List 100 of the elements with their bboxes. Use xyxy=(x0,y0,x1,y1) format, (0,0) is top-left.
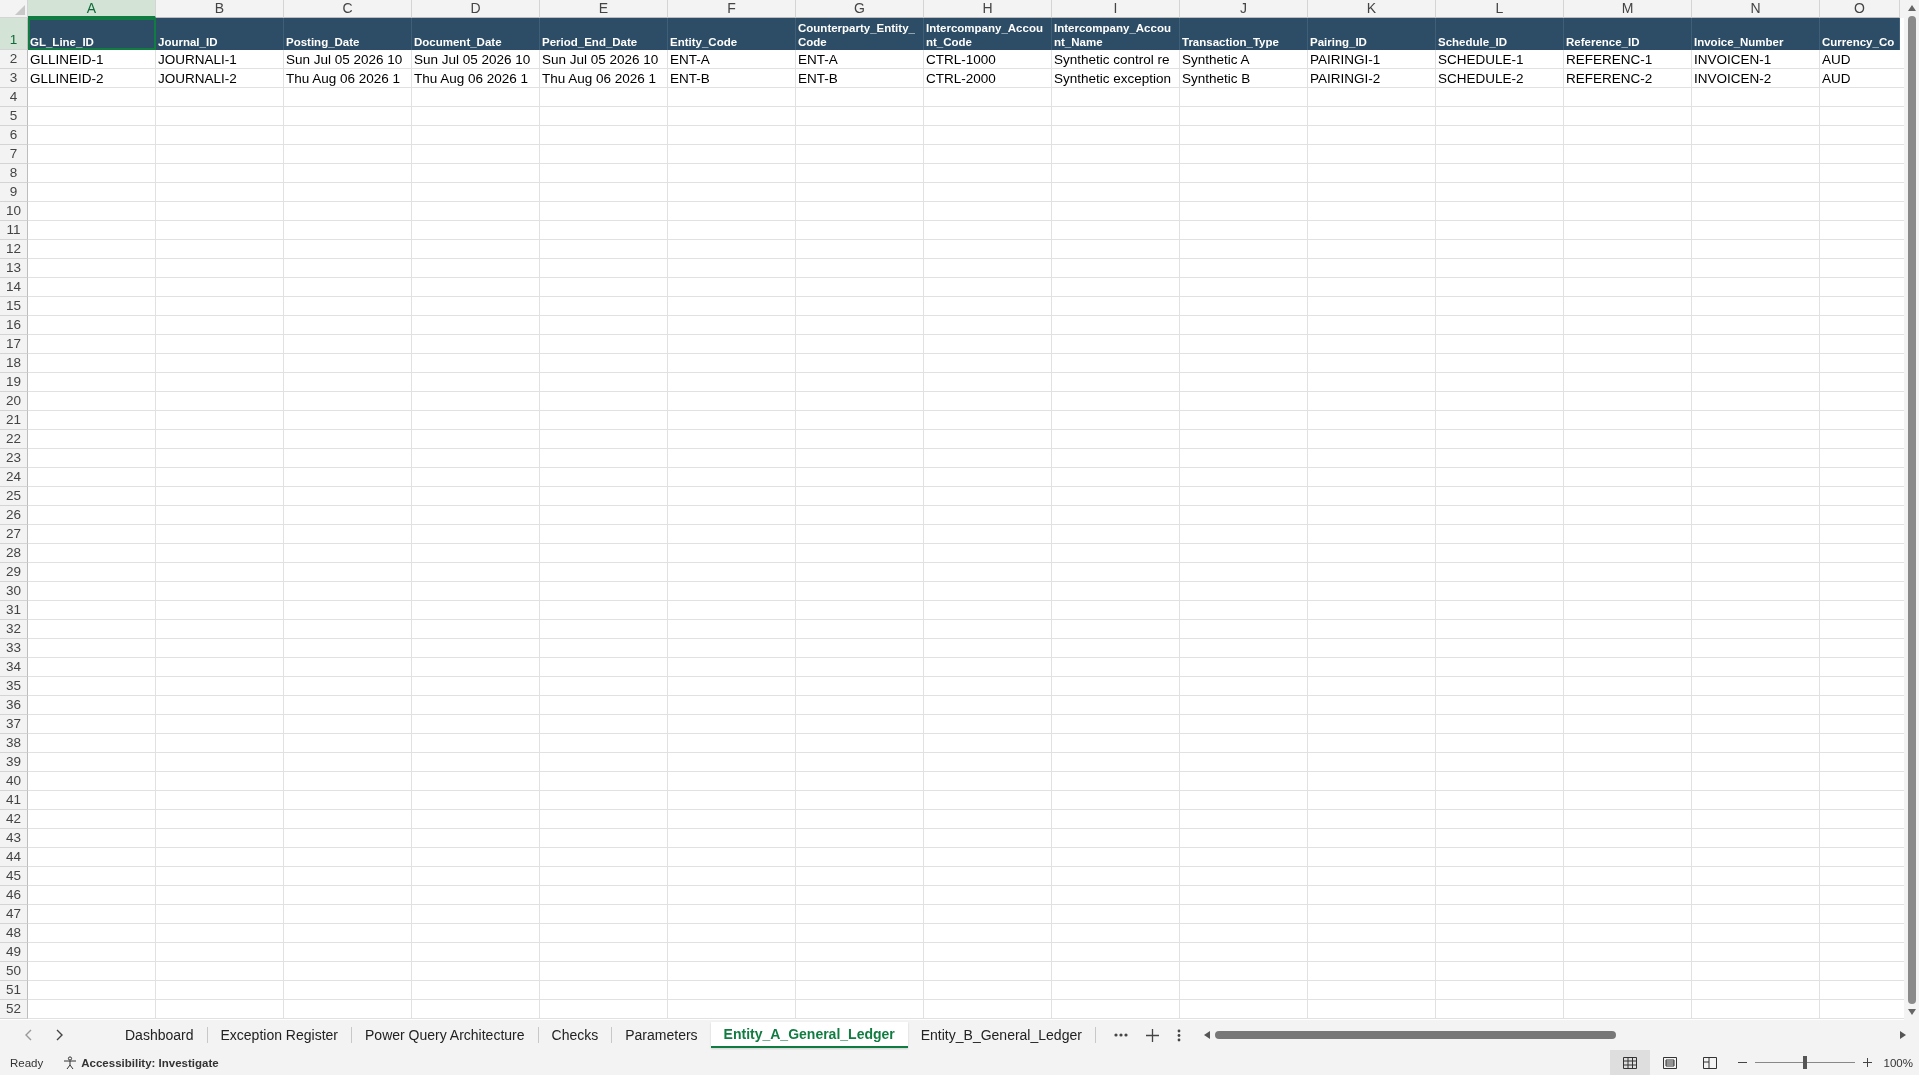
row-number[interactable]: 28 xyxy=(0,544,28,563)
normal-view-button[interactable] xyxy=(1609,1050,1650,1075)
row-number[interactable]: 50 xyxy=(0,962,28,981)
row-number[interactable]: 37 xyxy=(0,715,28,734)
page-break-icon xyxy=(1702,1056,1717,1069)
scroll-left-icon[interactable] xyxy=(1202,1030,1211,1040)
row-number[interactable]: 9 xyxy=(0,183,28,202)
row-number[interactable]: 14 xyxy=(0,278,28,297)
sheet-tab[interactable]: Parameters xyxy=(612,1022,711,1048)
zoom-slider-thumb[interactable] xyxy=(1802,1056,1807,1069)
page-icon xyxy=(1662,1056,1677,1069)
column-header[interactable]: A xyxy=(28,0,156,18)
row-number[interactable]: 5 xyxy=(0,107,28,126)
header-cell: Period_End_Date xyxy=(540,18,668,50)
table-cell: ENT-A xyxy=(670,52,710,67)
table-cell: AUD xyxy=(1822,52,1851,67)
table-cell: Sun Jul 05 2026 10 xyxy=(542,52,659,67)
row-number[interactable]: 10 xyxy=(0,202,28,221)
sheet-tab[interactable]: Dashboard xyxy=(112,1022,207,1048)
row-number[interactable]: 20 xyxy=(0,392,28,411)
row-number[interactable]: 7 xyxy=(0,145,28,164)
row-number[interactable]: 22 xyxy=(0,430,28,449)
table-cell: PAIRINGI-2 xyxy=(1310,71,1381,86)
row-number[interactable]: 35 xyxy=(0,677,28,696)
scroll-up-icon[interactable] xyxy=(1906,4,1917,12)
scrollbar-thumb[interactable] xyxy=(1214,1031,1617,1039)
row-number[interactable]: 44 xyxy=(0,848,28,867)
table-cell: JOURNALI-1 xyxy=(158,52,237,67)
row-number[interactable]: 45 xyxy=(0,867,28,886)
row-number[interactable]: 38 xyxy=(0,734,28,753)
scroll-right-icon[interactable] xyxy=(1899,1030,1907,1040)
row-number[interactable]: 46 xyxy=(0,886,28,905)
table-cell: ENT-A xyxy=(798,52,838,67)
header-cell: Transaction_Type xyxy=(1180,18,1308,50)
row-number[interactable]: 41 xyxy=(0,791,28,810)
row-number[interactable]: 32 xyxy=(0,620,28,639)
horizontal-scrollbar[interactable] xyxy=(1202,1030,1907,1040)
row-number[interactable]: 11 xyxy=(0,221,28,240)
add-icon[interactable] xyxy=(1145,1028,1159,1042)
row-number[interactable]: 29 xyxy=(0,563,28,582)
table-cell: Sun Jul 05 2026 10 xyxy=(286,52,403,67)
row-number[interactable]: 52 xyxy=(0,1000,28,1019)
row-number[interactable]: 15 xyxy=(0,297,28,316)
chevron-right-icon[interactable] xyxy=(54,1028,64,1042)
sheet-tab[interactable]: Entity_B_General_Ledger xyxy=(907,1022,1095,1048)
row-number[interactable]: 12 xyxy=(0,240,28,259)
row-number[interactable]: 42 xyxy=(0,810,28,829)
table-cell: Synthetic A xyxy=(1182,52,1250,67)
row-number[interactable]: 19 xyxy=(0,373,28,392)
row-number[interactable]: 39 xyxy=(0,753,28,772)
sheet-tab[interactable]: Entity_A_General_Ledger xyxy=(710,1022,908,1048)
row-number[interactable]: 36 xyxy=(0,696,28,715)
accessibility-button[interactable]: Accessibility: Investigate xyxy=(63,1055,219,1070)
table-cell: INVOICEN-2 xyxy=(1694,71,1772,86)
row-number[interactable]: 6 xyxy=(0,126,28,145)
sheet-tab[interactable]: Power Query Architecture xyxy=(352,1022,538,1048)
row-number[interactable]: 33 xyxy=(0,639,28,658)
header-cell: Currency_Co xyxy=(1820,18,1900,50)
row-number[interactable]: 13 xyxy=(0,259,28,278)
row-number[interactable]: 16 xyxy=(0,316,28,335)
table-cell: INVOICEN-1 xyxy=(1694,52,1772,67)
row-number[interactable]: 47 xyxy=(0,905,28,924)
row-number[interactable]: 21 xyxy=(0,411,28,430)
row-number[interactable]: 8 xyxy=(0,164,28,183)
row-number[interactable]: 49 xyxy=(0,943,28,962)
row-number[interactable]: 24 xyxy=(0,468,28,487)
row-number[interactable]: 17 xyxy=(0,335,28,354)
row-number[interactable]: 34 xyxy=(0,658,28,677)
more-icon[interactable] xyxy=(1113,1033,1128,1037)
table-cell: GLLINEID-2 xyxy=(30,71,104,86)
row-number[interactable]: 43 xyxy=(0,829,28,848)
table-cell: JOURNALI-2 xyxy=(158,71,237,86)
row-number[interactable]: 23 xyxy=(0,449,28,468)
row-number[interactable]: 30 xyxy=(0,582,28,601)
scroll-down-icon[interactable] xyxy=(1906,1008,1917,1016)
row-number[interactable]: 40 xyxy=(0,772,28,791)
sheet-tab[interactable]: Checks xyxy=(538,1022,612,1048)
chevron-left-icon[interactable] xyxy=(24,1028,34,1042)
row-number[interactable]: 3 xyxy=(0,69,28,88)
header-cell: Entity_Code xyxy=(668,18,796,50)
table-cell: ENT-B xyxy=(670,71,710,86)
row-number[interactable]: 26 xyxy=(0,506,28,525)
row-number[interactable]: 51 xyxy=(0,981,28,1000)
zoom-in-icon[interactable] xyxy=(1862,1058,1872,1067)
row-number[interactable]: 48 xyxy=(0,924,28,943)
row-number[interactable]: 1 xyxy=(0,18,28,50)
row-number[interactable]: 25 xyxy=(0,487,28,506)
zoom-level[interactable]: 100% xyxy=(1883,1056,1913,1069)
header-cell: GL_Line_ID xyxy=(28,18,156,50)
row-number[interactable]: 18 xyxy=(0,354,28,373)
vertical-scrollbar[interactable] xyxy=(1904,0,1919,1020)
sheet-tab[interactable]: Exception Register xyxy=(207,1022,351,1048)
table-cell: SCHEDULE-1 xyxy=(1438,52,1524,67)
row-number[interactable]: 2 xyxy=(0,50,28,69)
table-cell: Thu Aug 06 2026 1 xyxy=(286,71,401,86)
row-number[interactable]: 27 xyxy=(0,525,28,544)
table-cell: REFERENC-1 xyxy=(1566,52,1653,67)
row-number[interactable]: 4 xyxy=(0,88,28,107)
vertical-dots-icon[interactable] xyxy=(1176,1028,1181,1042)
row-number[interactable]: 31 xyxy=(0,601,28,620)
